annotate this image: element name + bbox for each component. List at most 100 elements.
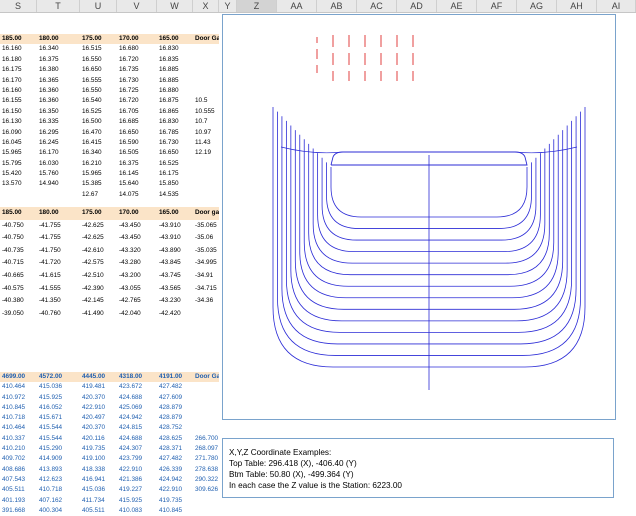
cell[interactable]: 16.880 bbox=[157, 86, 193, 96]
cell[interactable]: 14.075 bbox=[117, 190, 157, 200]
cell[interactable]: 16.170 bbox=[0, 76, 37, 86]
cell[interactable]: 12.67 bbox=[80, 190, 117, 200]
cell[interactable]: -34.995 bbox=[193, 257, 219, 270]
cell[interactable]: 16.525 bbox=[157, 159, 193, 169]
cell[interactable]: 16.550 bbox=[80, 55, 117, 65]
cell[interactable]: 16.515 bbox=[80, 44, 117, 54]
cell[interactable]: 412.623 bbox=[37, 475, 80, 485]
cell[interactable]: 425.069 bbox=[117, 403, 157, 413]
cell[interactable]: 428.879 bbox=[157, 403, 193, 413]
cell[interactable]: 16.160 bbox=[0, 86, 37, 96]
cell[interactable]: 427.482 bbox=[157, 382, 193, 392]
cell[interactable]: -35.065 bbox=[193, 220, 219, 233]
cell[interactable]: -42.765 bbox=[117, 295, 157, 308]
cell[interactable]: 268.097 bbox=[193, 444, 219, 454]
cell[interactable]: 16.830 bbox=[157, 44, 193, 54]
cell[interactable]: -43.055 bbox=[117, 283, 157, 296]
cell[interactable]: 16.500 bbox=[80, 117, 117, 127]
cell[interactable]: 16.885 bbox=[157, 76, 193, 86]
cell[interactable]: 15.850 bbox=[157, 179, 193, 189]
column-header-y[interactable]: Y bbox=[219, 0, 237, 12]
cell[interactable]: 420.116 bbox=[80, 434, 117, 444]
cell[interactable]: -43.845 bbox=[157, 257, 193, 270]
cell[interactable]: 415.544 bbox=[37, 423, 80, 433]
cell[interactable]: -41.755 bbox=[37, 220, 80, 233]
cell[interactable]: 16.375 bbox=[117, 159, 157, 169]
cell[interactable]: 391.668 bbox=[0, 506, 37, 516]
cell[interactable]: 16.650 bbox=[80, 65, 117, 75]
cell[interactable]: 411.734 bbox=[80, 496, 117, 506]
cell[interactable]: -43.320 bbox=[117, 245, 157, 258]
cell[interactable]: -41.755 bbox=[37, 232, 80, 245]
cell[interactable]: -42.575 bbox=[80, 257, 117, 270]
cell[interactable]: 424.815 bbox=[117, 423, 157, 433]
cell[interactable]: 16.210 bbox=[80, 159, 117, 169]
cell[interactable]: -35.06 bbox=[193, 232, 219, 245]
cell[interactable]: 419.227 bbox=[117, 485, 157, 495]
cell[interactable]: 10.555 bbox=[193, 107, 219, 117]
cell[interactable]: 415.925 bbox=[117, 496, 157, 506]
cell[interactable]: 4191.00 bbox=[157, 372, 193, 383]
cell[interactable]: 16.540 bbox=[80, 96, 117, 106]
cell[interactable]: 415.925 bbox=[37, 393, 80, 403]
column-header-v[interactable]: V bbox=[117, 0, 157, 12]
cell[interactable] bbox=[193, 159, 219, 169]
cell[interactable]: 420.370 bbox=[80, 423, 117, 433]
cell[interactable]: 16.835 bbox=[157, 55, 193, 65]
cell[interactable]: 14.940 bbox=[37, 179, 80, 189]
cell[interactable]: 421.386 bbox=[117, 475, 157, 485]
cell[interactable]: Door Gap bbox=[193, 34, 219, 45]
cell[interactable]: 15.965 bbox=[0, 148, 37, 158]
cell[interactable]: 416.941 bbox=[80, 475, 117, 485]
cell[interactable]: -41.490 bbox=[80, 308, 117, 321]
cell[interactable]: 428.625 bbox=[157, 434, 193, 444]
cell[interactable]: 16.725 bbox=[117, 86, 157, 96]
cell[interactable]: 16.030 bbox=[37, 159, 80, 169]
cell[interactable]: 15.760 bbox=[37, 169, 80, 179]
cell[interactable]: 414.909 bbox=[37, 454, 80, 464]
cell[interactable]: -39.050 bbox=[0, 308, 37, 321]
cell[interactable]: -42.040 bbox=[117, 308, 157, 321]
cell[interactable]: -43.890 bbox=[157, 245, 193, 258]
cell[interactable]: 410.845 bbox=[0, 403, 37, 413]
cell[interactable]: 16.145 bbox=[117, 169, 157, 179]
cell[interactable]: -43.450 bbox=[117, 232, 157, 245]
column-header-u[interactable]: U bbox=[80, 0, 117, 12]
cell[interactable]: 4445.00 bbox=[80, 372, 117, 383]
cell[interactable]: -43.910 bbox=[157, 232, 193, 245]
cell[interactable]: 4699.00 bbox=[0, 372, 37, 383]
cell[interactable]: 16.735 bbox=[117, 65, 157, 75]
cell[interactable]: 16.335 bbox=[37, 117, 80, 127]
cell[interactable]: -42.625 bbox=[80, 232, 117, 245]
cell[interactable]: 16.360 bbox=[37, 96, 80, 106]
cell[interactable]: 420.370 bbox=[80, 393, 117, 403]
cell[interactable]: 410.718 bbox=[37, 485, 80, 495]
cell[interactable]: 16.175 bbox=[157, 169, 193, 179]
cell[interactable]: 428.879 bbox=[157, 413, 193, 423]
cell[interactable]: -40.380 bbox=[0, 295, 37, 308]
cell[interactable]: -42.420 bbox=[157, 308, 193, 321]
cell[interactable]: -41.720 bbox=[37, 257, 80, 270]
cell[interactable]: -40.575 bbox=[0, 283, 37, 296]
cell[interactable]: -43.910 bbox=[157, 220, 193, 233]
cell[interactable]: -40.735 bbox=[0, 245, 37, 258]
cell[interactable]: 13.570 bbox=[0, 179, 37, 189]
cell[interactable]: 16.865 bbox=[157, 107, 193, 117]
cell[interactable]: 16.155 bbox=[0, 96, 37, 106]
cell[interactable]: -40.750 bbox=[0, 232, 37, 245]
cell[interactable] bbox=[193, 423, 219, 433]
cell[interactable]: 16.090 bbox=[0, 128, 37, 138]
column-header-ab[interactable]: AB bbox=[317, 0, 357, 12]
cell[interactable] bbox=[193, 393, 219, 403]
cell[interactable]: -34.715 bbox=[193, 283, 219, 296]
cell[interactable]: -41.350 bbox=[37, 295, 80, 308]
profile-plot-area[interactable] bbox=[222, 14, 616, 420]
cell[interactable]: 15.965 bbox=[80, 169, 117, 179]
cell[interactable]: 170.00 bbox=[117, 207, 157, 220]
column-header-ah[interactable]: AH bbox=[557, 0, 597, 12]
cell[interactable]: 15.420 bbox=[0, 169, 37, 179]
cell[interactable]: 16.160 bbox=[0, 44, 37, 54]
cell[interactable]: 11.43 bbox=[193, 138, 219, 148]
cell[interactable]: 16.245 bbox=[37, 138, 80, 148]
column-header-w[interactable]: W bbox=[157, 0, 193, 12]
